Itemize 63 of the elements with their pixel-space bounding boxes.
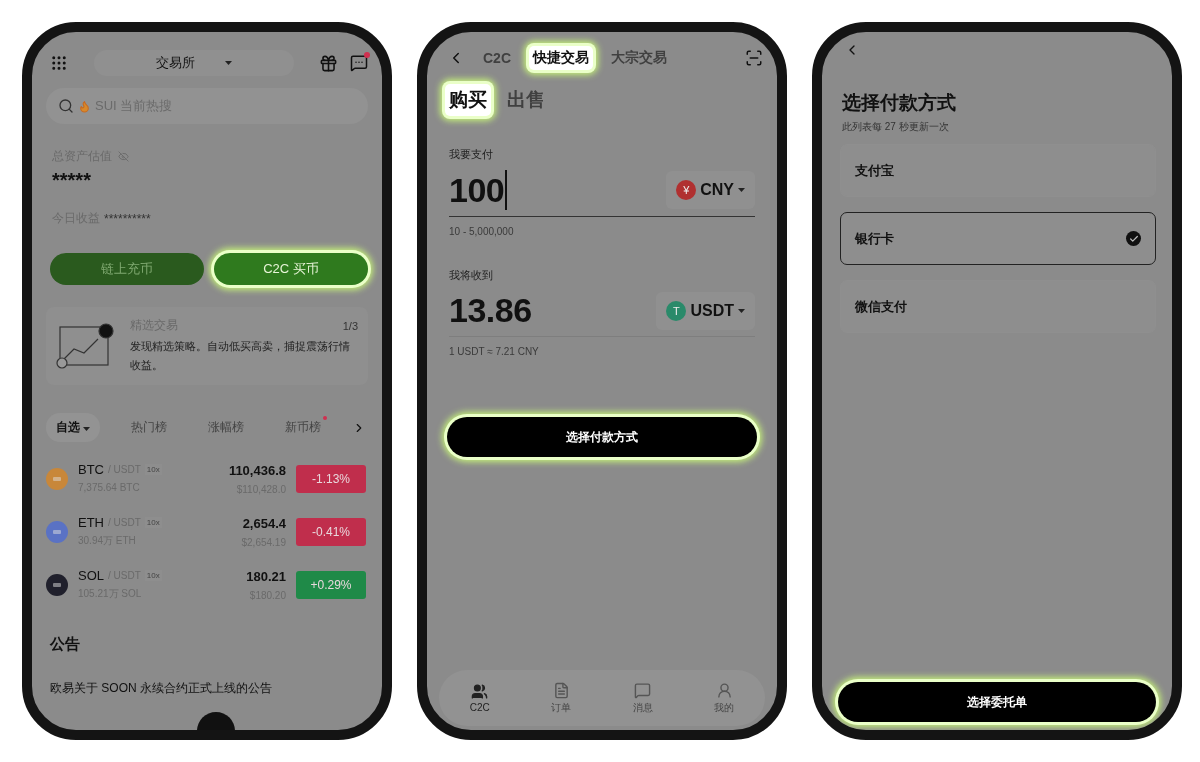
market-tab[interactable]: 自选: [46, 413, 100, 442]
asset-value: *****: [52, 169, 91, 191]
orders-icon: [552, 681, 570, 699]
change-badge: -1.13%: [296, 464, 366, 493]
page-title: 选择付款方式: [842, 92, 956, 113]
caret-icon: [738, 188, 745, 192]
side-tab[interactable]: 出售: [503, 84, 549, 116]
payment-method-button[interactable]: 选择付款方式: [447, 417, 757, 457]
trade-tab[interactable]: 大宗交易: [607, 46, 671, 70]
amount-value: 13.86: [449, 291, 532, 330]
price-text: 180.21: [246, 568, 286, 584]
leverage-tag: 10x: [144, 517, 162, 528]
market-tab[interactable]: 热门榜: [121, 413, 177, 442]
announcement-text[interactable]: 欧易关于 SOON 永续合约正式上线的公告: [50, 681, 272, 695]
search-icon: [58, 98, 74, 114]
nav-item[interactable]: C2C: [463, 682, 496, 714]
caret-icon: [738, 308, 745, 313]
banner-text: 发现精选策略。自动低买高卖，捕捉震荡行情收益。: [130, 339, 351, 373]
exchange-selector[interactable]: 交易所: [93, 50, 294, 76]
caret-icon: [83, 427, 90, 431]
text-cursor: [505, 170, 508, 210]
select-order-button[interactable]: 选择委托单: [838, 682, 1156, 722]
trade-tab[interactable]: C2C: [479, 47, 515, 69]
coin-symbol: ETH: [78, 515, 104, 530]
currency-selector[interactable]: T USDT: [656, 291, 755, 330]
section-title: 公告: [50, 635, 80, 652]
change-badge: -0.41%: [296, 517, 366, 546]
action-button[interactable]: 链上充币: [50, 253, 204, 285]
nav-item[interactable]: 订单: [545, 680, 578, 716]
price-text: 2,654.4: [242, 515, 286, 531]
change-badge: +0.29%: [296, 570, 366, 599]
fire-icon: [78, 99, 91, 113]
caret-icon: [224, 61, 232, 65]
coin-symbol: SOL: [78, 568, 104, 583]
trade-tab[interactable]: 快捷交易: [529, 46, 593, 70]
profit-value: **********: [104, 211, 151, 226]
payment-method-option[interactable]: 银行卡: [840, 212, 1156, 265]
nav-item[interactable]: 消息: [626, 680, 659, 716]
chat-icon[interactable]: [350, 54, 368, 72]
nav-item[interactable]: 我的: [708, 680, 741, 716]
profile-icon: [715, 681, 733, 699]
gift-icon[interactable]: [319, 53, 338, 73]
field-label: 我将收到: [449, 269, 493, 281]
action-button[interactable]: C2C 买币: [214, 253, 368, 285]
menu-icon[interactable]: [50, 54, 68, 72]
leverage-tag: 10x: [144, 570, 162, 581]
hint-text: 10 - 5,000,000: [449, 226, 514, 237]
hint-text: 1 USDT ≈ 7.21 CNY: [449, 346, 539, 357]
payment-method-option[interactable]: 支付宝: [840, 144, 1156, 197]
side-tab[interactable]: 购买: [445, 84, 491, 116]
scan-icon[interactable]: [745, 49, 763, 67]
leverage-tag: 10x: [144, 464, 162, 475]
coin-symbol: BTC: [78, 462, 104, 477]
field-label: 我要支付: [449, 148, 493, 160]
amount-value[interactable]: 100: [449, 170, 505, 210]
currency-selector[interactable]: ¥ CNY: [666, 171, 755, 209]
market-tab[interactable]: 涨幅榜: [198, 413, 254, 442]
page-indicator: 1/3: [342, 319, 358, 332]
price-text: 110,436.8: [228, 462, 286, 478]
payment-method-option[interactable]: 微信支付: [840, 280, 1156, 333]
messages-icon: [634, 681, 652, 699]
market-tab[interactable]: 新币榜: [275, 413, 331, 442]
check-icon: [1126, 231, 1141, 246]
